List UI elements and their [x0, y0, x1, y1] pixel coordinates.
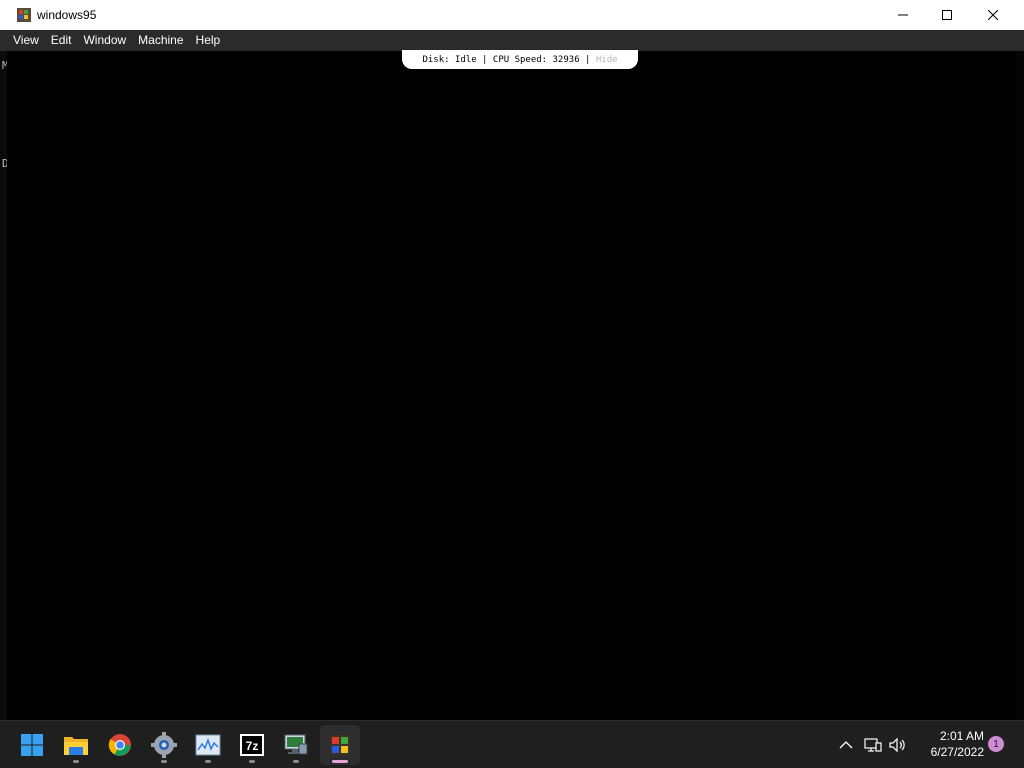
cpu-label: CPU Speed: [492, 54, 548, 65]
running-indicator [161, 760, 167, 763]
7zip-icon: 7z [240, 734, 264, 756]
file-explorer-icon [64, 737, 88, 755]
chrome-icon [108, 734, 131, 756]
running-indicator [249, 760, 255, 763]
close-icon [988, 10, 998, 20]
taskbar-file-explorer[interactable] [56, 725, 96, 765]
start-icon [21, 734, 43, 756]
start-button[interactable] [12, 725, 52, 765]
network-button[interactable] [863, 735, 883, 755]
menu-window[interactable]: Window [77, 30, 132, 51]
right-border [1016, 51, 1024, 720]
running-indicator [73, 760, 79, 763]
running-indicator [293, 760, 299, 763]
taskbar-settings[interactable] [144, 725, 184, 765]
network-icon [864, 738, 882, 752]
device-manager-icon [284, 734, 308, 755]
clock-time: 2:01 AM [939, 729, 984, 743]
app-window: windows95 View Edit Window Machine Help … [0, 0, 1024, 720]
disk-status: Idle [454, 54, 477, 65]
notification-badge[interactable]: 1 [988, 736, 1004, 752]
menu-edit[interactable]: Edit [45, 30, 78, 51]
vm-display[interactable] [7, 51, 1016, 720]
disk-label: Disk: [422, 54, 450, 65]
volume-icon [889, 737, 905, 753]
clock[interactable]: 2:01 AM 6/27/2022 [914, 728, 984, 760]
taskbar-chrome[interactable] [100, 725, 140, 765]
taskbar-task-manager[interactable] [188, 725, 228, 765]
maximize-button[interactable] [924, 0, 970, 30]
windows95-app-icon [16, 7, 32, 23]
cpu-speed: 32936 [552, 54, 580, 65]
maximize-icon [942, 10, 952, 20]
settings-icon [151, 732, 177, 758]
left-border: M D [0, 51, 9, 720]
taskbar-windows95[interactable] [320, 725, 360, 765]
hide-link[interactable]: Hide [596, 55, 618, 65]
close-button[interactable] [970, 0, 1016, 30]
taskbar: 7z 2:01 AM 6/27/2022 [0, 720, 1024, 768]
svg-text:7z: 7z [246, 739, 259, 753]
window-title: windows95 [37, 8, 97, 22]
taskbar-device-manager[interactable] [276, 725, 316, 765]
menu-help[interactable]: Help [190, 30, 227, 51]
status-bar: Disk: Idle | CPU Speed: 32936 | Hide [402, 50, 638, 69]
chevron-up-icon [839, 741, 853, 749]
title-bar[interactable]: windows95 [0, 0, 1024, 30]
tray-overflow-button[interactable] [836, 735, 856, 755]
minimize-icon [898, 14, 908, 16]
task-manager-icon [195, 734, 221, 756]
menu-machine[interactable]: Machine [132, 30, 189, 51]
taskbar-7zip[interactable]: 7z [232, 725, 272, 765]
menu-bar: View Edit Window Machine Help [0, 30, 1024, 51]
minimize-button[interactable] [880, 0, 926, 30]
windows95-icon [330, 735, 350, 755]
active-indicator [332, 760, 348, 763]
menu-view[interactable]: View [7, 30, 45, 51]
running-indicator [205, 760, 211, 763]
volume-button[interactable] [888, 735, 908, 755]
clock-date: 6/27/2022 [930, 745, 984, 759]
